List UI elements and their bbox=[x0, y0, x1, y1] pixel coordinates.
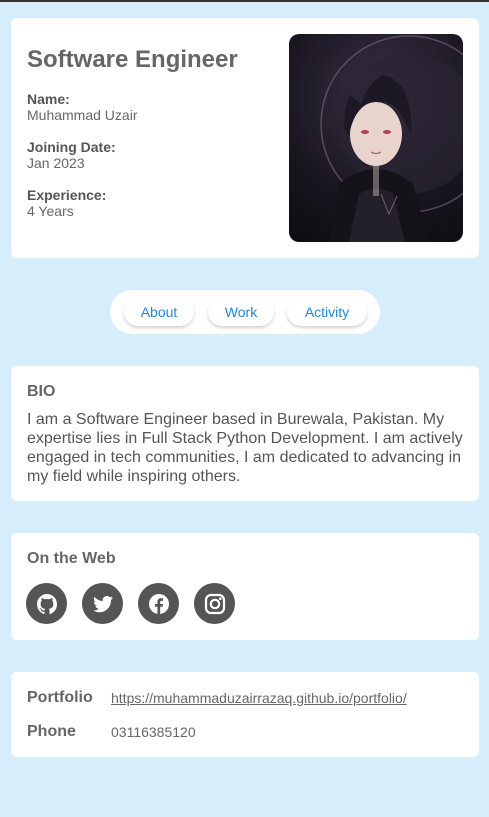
joining-date-label: Joining Date: bbox=[27, 139, 116, 155]
instagram-icon[interactable] bbox=[194, 583, 235, 624]
profile-avatar bbox=[289, 34, 463, 242]
tab-activity[interactable]: Activity bbox=[287, 298, 367, 326]
profile-card: Software Engineer Name: Muhammad Uzair J… bbox=[11, 18, 479, 258]
github-icon[interactable] bbox=[26, 583, 67, 624]
name-value: Muhammad Uzair bbox=[27, 107, 138, 123]
avatar-illustration bbox=[320, 35, 463, 242]
phone-label: Phone bbox=[27, 723, 76, 740]
job-title: Software Engineer bbox=[27, 46, 238, 73]
top-border bbox=[0, 0, 489, 2]
experience-value: 4 Years bbox=[27, 203, 74, 219]
portfolio-label: Portfolio bbox=[27, 689, 93, 706]
portfolio-link[interactable]: https://muhammaduzairrazaq.github.io/por… bbox=[111, 690, 407, 706]
contact-card: Portfolio https://muhammaduzairrazaq.git… bbox=[11, 672, 479, 757]
tab-about[interactable]: About bbox=[124, 298, 194, 326]
experience-label: Experience: bbox=[27, 187, 107, 203]
name-label: Name: bbox=[27, 91, 70, 107]
bio-text: I am a Software Engineer based in Burewa… bbox=[27, 411, 463, 485]
twitter-icon[interactable] bbox=[82, 583, 123, 624]
phone-value: 03116385120 bbox=[111, 724, 196, 740]
joining-date-value: Jan 2023 bbox=[27, 155, 85, 171]
facebook-icon[interactable] bbox=[138, 583, 179, 624]
on-the-web-title: On the Web bbox=[27, 550, 116, 567]
bio-title: BIO bbox=[27, 383, 56, 400]
on-the-web-card: On the Web bbox=[11, 533, 479, 640]
tab-work[interactable]: Work bbox=[208, 298, 274, 326]
bio-card: BIO I am a Software Engineer based in Bu… bbox=[11, 366, 479, 501]
tab-bar: About Work Activity bbox=[110, 290, 380, 334]
